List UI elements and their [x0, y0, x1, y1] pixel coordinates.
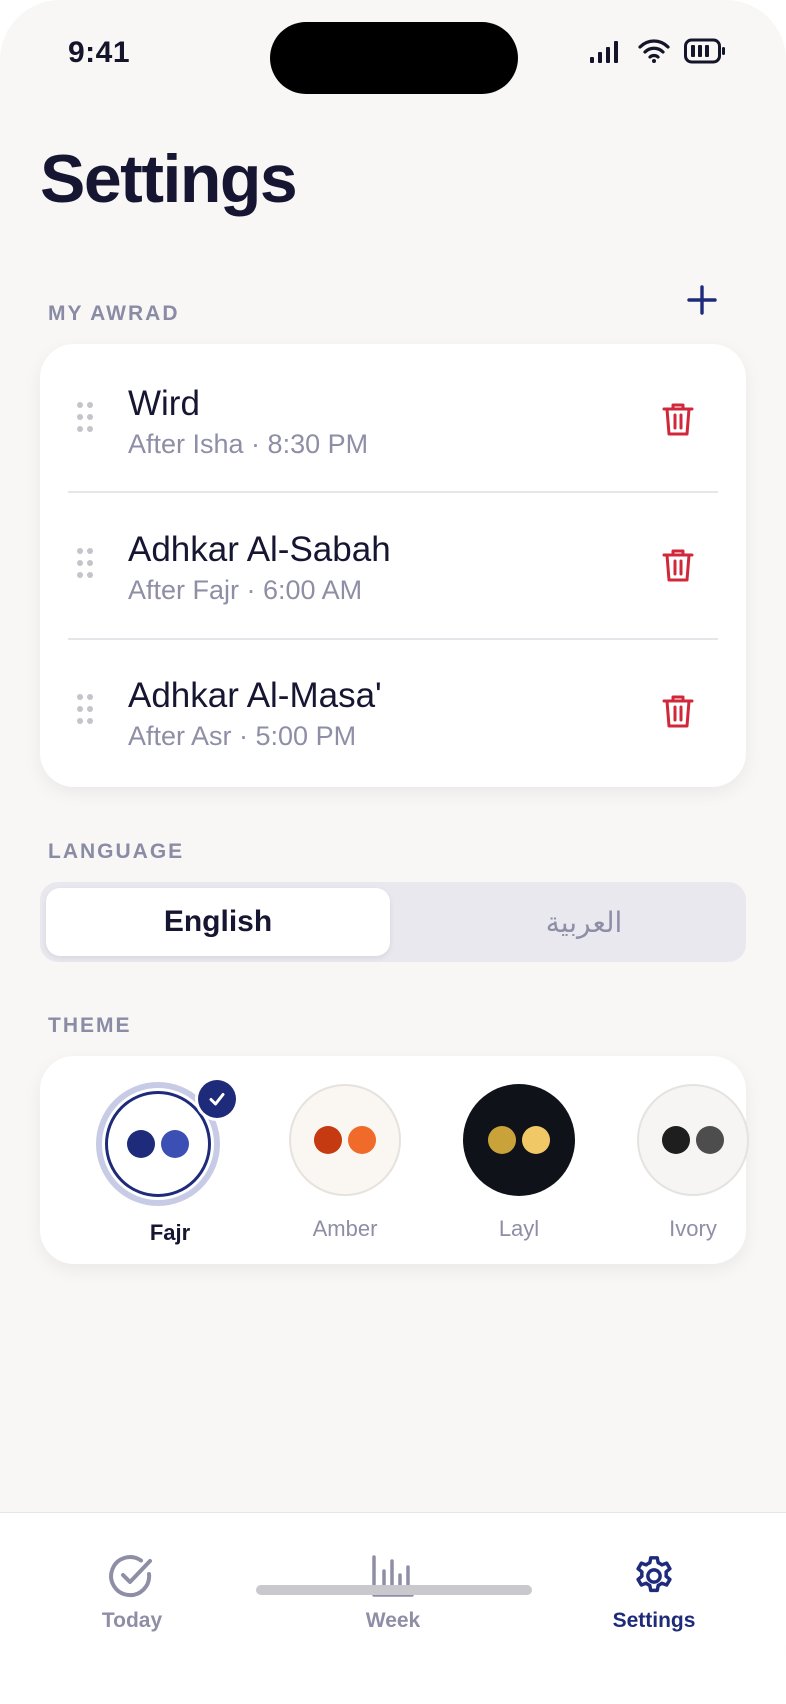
status-icons — [590, 38, 726, 64]
trash-icon — [662, 695, 694, 728]
swatch-dot — [314, 1126, 342, 1154]
gear-icon — [636, 1556, 672, 1593]
swatch-circle-fajr — [105, 1091, 211, 1197]
settings-screen: 9:41 Settings MY AWRAD Wird After Isha ·… — [0, 0, 786, 1704]
home-indicator — [256, 1585, 532, 1595]
page-title: Settings — [40, 141, 298, 217]
drag-handle-icon[interactable] — [76, 547, 94, 579]
tab-today[interactable]: Today — [52, 1551, 212, 1633]
language-option-arabic[interactable]: العربية — [434, 888, 734, 956]
awrad-section-label: MY AWRAD — [48, 302, 180, 325]
cellular-signal-icon — [590, 41, 618, 63]
language-toggle: English العربية — [40, 882, 746, 962]
delete-wird-button[interactable] — [658, 399, 698, 439]
wird-title: Adhkar Al-Masa' — [128, 676, 382, 715]
dynamic-island — [270, 22, 518, 94]
theme-label-fajr: Fajr — [149, 1220, 191, 1245]
wird-row[interactable]: Wird After Isha · 8:30 PM — [40, 344, 746, 490]
swatch-dot — [662, 1126, 690, 1154]
tab-settings[interactable]: Settings — [574, 1551, 734, 1633]
wird-schedule: After Asr · 5:00 PM — [128, 721, 357, 751]
drag-handle-icon[interactable] — [76, 693, 94, 725]
tab-label: Settings — [612, 1609, 696, 1632]
swatch-dot — [522, 1126, 550, 1154]
swatch-circle-amber — [289, 1084, 401, 1196]
add-wird-button[interactable] — [680, 278, 724, 322]
theme-label-ivory: Ivory — [669, 1216, 717, 1241]
wird-schedule: After Fajr · 6:00 AM — [128, 575, 363, 605]
wird-schedule: After Isha · 8:30 PM — [128, 429, 369, 459]
swatch-dot — [127, 1130, 155, 1158]
check-circle-icon — [109, 1555, 152, 1598]
selected-check-badge — [198, 1080, 236, 1118]
swatch-circle-ivory — [637, 1084, 749, 1196]
wird-row[interactable]: Adhkar Al-Sabah After Fajr · 6:00 AM — [40, 490, 746, 636]
theme-section-label: THEME — [48, 1014, 132, 1037]
theme-label-amber: Amber — [312, 1216, 378, 1241]
wird-row[interactable]: Adhkar Al-Masa' After Asr · 5:00 PM — [40, 636, 746, 782]
tab-label: Today — [101, 1609, 163, 1632]
delete-wird-button[interactable] — [658, 691, 698, 731]
wird-title: Wird — [128, 384, 200, 423]
theme-label-layl: Layl — [498, 1216, 540, 1241]
tab-label: Week — [365, 1609, 421, 1632]
language-option-english[interactable]: English — [46, 888, 390, 956]
swatch-dot — [696, 1126, 724, 1154]
swatch-circle-layl — [463, 1084, 575, 1196]
awrad-list: Wird After Isha · 8:30 PM Adhkar Al-Saba… — [40, 344, 746, 787]
drag-handle-icon[interactable] — [76, 401, 94, 433]
checkmark-icon — [209, 1093, 225, 1106]
status-time: 9:41 — [68, 36, 131, 69]
plus-icon — [687, 285, 717, 315]
theme-picker: Fajr Amber Layl Ivory — [40, 1056, 749, 1264]
swatch-dot — [348, 1126, 376, 1154]
trash-icon — [662, 403, 694, 436]
wird-title: Adhkar Al-Sabah — [128, 530, 391, 569]
delete-wird-button[interactable] — [658, 545, 698, 585]
swatch-dot — [161, 1130, 189, 1158]
wifi-icon — [638, 39, 670, 63]
language-section-label: LANGUAGE — [48, 840, 185, 863]
battery-icon — [684, 38, 725, 64]
tab-bar: Today Week Settings — [0, 1512, 786, 1704]
trash-icon — [662, 549, 694, 582]
swatch-dot — [488, 1126, 516, 1154]
